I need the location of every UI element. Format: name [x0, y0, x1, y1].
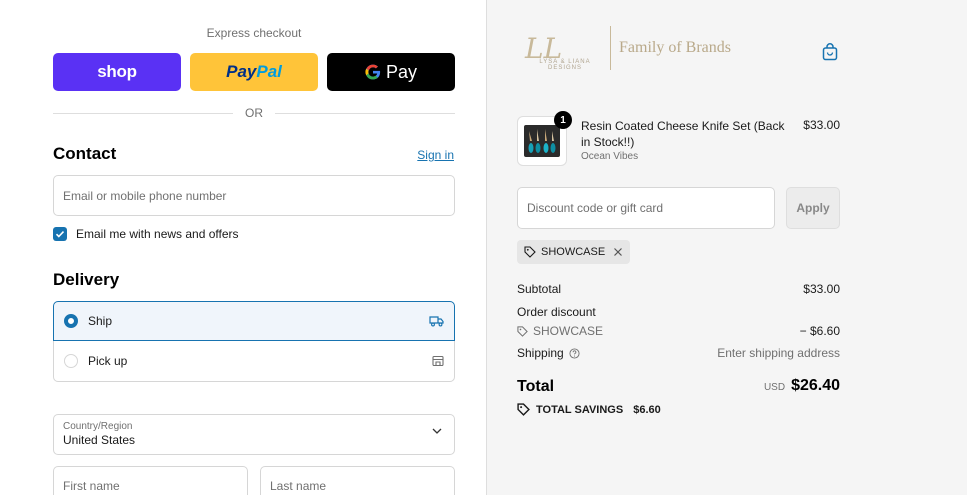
- brand-family-label: Family of Brands: [619, 39, 731, 56]
- discount-code-line: SHOWCASE: [517, 324, 603, 338]
- remove-discount-close-icon[interactable]: [613, 247, 623, 257]
- sign-in-link[interactable]: Sign in: [417, 148, 454, 162]
- tag-icon: [524, 246, 536, 258]
- checkout-form-panel: Express checkout shop Pay Pal Pay OR Cont…: [0, 0, 487, 495]
- delivery-heading: Delivery: [53, 270, 120, 289]
- total-savings-row: TOTAL SAVINGS $6.60: [517, 403, 661, 416]
- last-name-field[interactable]: Last name: [260, 466, 455, 495]
- shop-pay-button[interactable]: shop: [53, 53, 181, 91]
- newsletter-option[interactable]: Email me with news and offers: [53, 227, 239, 241]
- order-discount-label: Order discount: [517, 305, 596, 319]
- discount-code-input[interactable]: Discount code or gift card: [517, 187, 775, 229]
- newsletter-checkbox[interactable]: [53, 227, 67, 241]
- delivery-option-ship[interactable]: Ship: [53, 301, 455, 341]
- paypal-label-part1: Pay: [226, 62, 257, 81]
- first-name-field[interactable]: First name: [53, 466, 248, 495]
- discount-value: − $6.60: [799, 324, 840, 338]
- product-name: Resin Coated Cheese Knife Set (Back in S…: [581, 119, 785, 149]
- country-value: United States: [63, 433, 136, 447]
- product-variant: Ocean Vibes: [581, 151, 639, 162]
- shipping-label: Shipping: [517, 346, 564, 360]
- first-name-placeholder: First name: [63, 479, 120, 493]
- country-select[interactable]: Country/Region United States: [53, 414, 455, 455]
- divider-line: [275, 112, 455, 114]
- subtotal-value: $33.00: [803, 282, 840, 296]
- contact-heading: Contact: [53, 144, 117, 163]
- paypal-label-part2: Pal: [256, 62, 282, 81]
- or-divider: OR: [53, 106, 455, 120]
- pickup-radio[interactable]: [64, 354, 78, 368]
- email-field[interactable]: Email or mobile phone number: [53, 175, 455, 216]
- discount-code-row: SHOWCASE − $6.60: [517, 324, 840, 338]
- logo-separator: [610, 26, 611, 70]
- currency-code: USD: [763, 382, 786, 393]
- savings-tag-icon: [517, 403, 530, 416]
- shipping-row: Shipping Enter shipping address: [517, 346, 840, 360]
- shipping-value: Enter shipping address: [717, 346, 840, 360]
- or-label: OR: [245, 106, 263, 120]
- express-checkout-title: Express checkout: [206, 26, 302, 40]
- product-thumbnail: 1: [517, 111, 572, 166]
- divider-line: [53, 112, 233, 114]
- brand-logo[interactable]: LL LYSA & LIANA DESIGNS Family of Brands: [525, 26, 731, 71]
- paypal-button[interactable]: Pay Pal: [190, 53, 318, 91]
- product-price: $33.00: [803, 118, 840, 132]
- applied-code-label: SHOWCASE: [541, 246, 606, 258]
- applied-discount-chip: SHOWCASE: [517, 240, 631, 264]
- savings-label: TOTAL SAVINGS: [536, 403, 624, 416]
- newsletter-label: Email me with news and offers: [76, 227, 239, 241]
- tag-icon: [517, 325, 528, 337]
- help-icon[interactable]: [569, 347, 580, 359]
- total-label: Total: [517, 378, 555, 395]
- shop-pay-label: shop: [97, 62, 137, 81]
- delivery-option-pickup[interactable]: Pick up: [53, 341, 455, 382]
- pickup-label: Pick up: [88, 354, 128, 368]
- savings-value: $6.60: [633, 403, 661, 416]
- shopping-bag-icon[interactable]: [822, 43, 838, 61]
- last-name-placeholder: Last name: [270, 479, 327, 493]
- google-pay-button[interactable]: Pay: [327, 53, 455, 91]
- google-g-icon: [365, 64, 381, 80]
- check-icon: [55, 231, 65, 238]
- truck-icon: [429, 315, 444, 327]
- brand-monogram-subtitle: LYSA & LIANA DESIGNS: [539, 59, 591, 71]
- discount-placeholder: Discount code or gift card: [527, 201, 664, 215]
- total-value: $26.40: [791, 377, 840, 394]
- subtotal-label: Subtotal: [517, 282, 562, 296]
- ship-label: Ship: [88, 314, 113, 328]
- email-placeholder: Email or mobile phone number: [63, 188, 227, 203]
- discount-code-label: SHOWCASE: [533, 324, 604, 338]
- ship-radio[interactable]: [64, 314, 78, 328]
- subtotal-row: Subtotal $33.00: [517, 282, 840, 296]
- country-label: Country/Region: [63, 421, 133, 432]
- google-pay-label: Pay: [385, 61, 418, 82]
- apply-discount-button[interactable]: Apply: [786, 187, 840, 229]
- chevron-down-icon: [432, 428, 442, 434]
- order-discount-row: Order discount: [517, 305, 840, 319]
- delivery-method-group: Ship Pick up: [53, 301, 455, 382]
- store-icon: [432, 355, 444, 367]
- quantity-badge: 1: [554, 111, 572, 129]
- total-amount: USD $26.40: [764, 377, 840, 395]
- shipping-label-group: Shipping: [517, 346, 580, 360]
